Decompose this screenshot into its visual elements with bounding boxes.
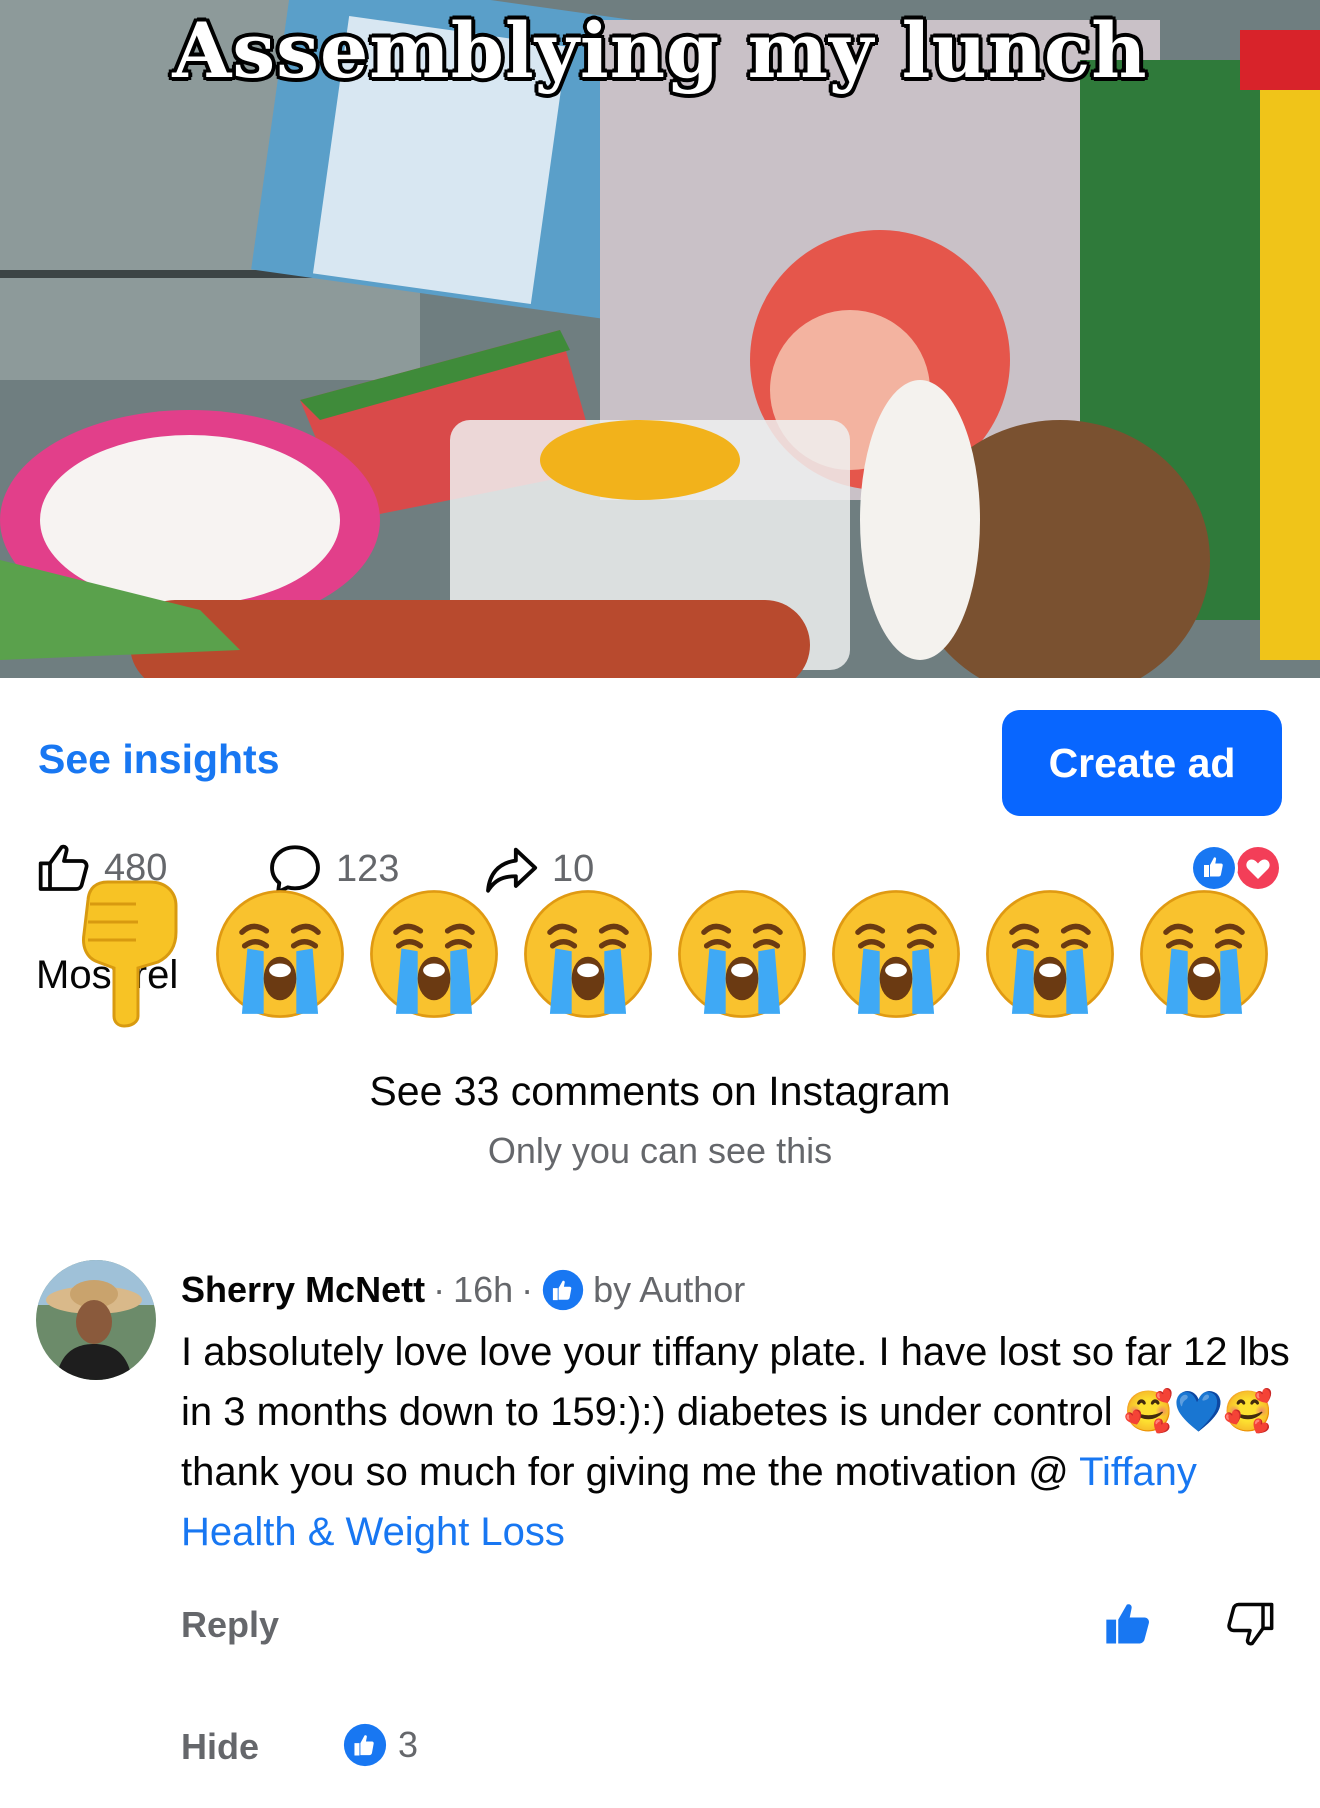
hide-comment-button[interactable]: Hide	[181, 1726, 259, 1768]
loudly-crying-face-emoji	[370, 890, 498, 1018]
comments-count: 123	[336, 847, 400, 890]
love-reaction-icon	[1234, 844, 1282, 892]
comment-like-count[interactable]: 3	[342, 1722, 418, 1768]
shares-count: 10	[552, 847, 595, 890]
crying-emoji-row	[212, 886, 1320, 1026]
comment-text-part: thank you so much for giving me the moti…	[181, 1450, 1080, 1494]
lunch-food-image	[0, 0, 1320, 678]
comment-header: Sherry McNett · 16h · by Author	[181, 1268, 745, 1312]
like-reaction-icon	[542, 1269, 584, 1311]
reply-button[interactable]: Reply	[181, 1604, 279, 1646]
create-ad-button[interactable]: Create ad	[1002, 710, 1282, 816]
liked-by-author-badge: by Author	[541, 1268, 745, 1312]
pointing-down-hand-emoji	[82, 880, 178, 1028]
see-insights-link[interactable]: See insights	[38, 736, 280, 783]
separator: ·	[433, 1269, 446, 1310]
loudly-crying-face-emoji	[1140, 890, 1268, 1018]
comment-emoji: 🥰💙🥰	[1123, 1390, 1274, 1434]
loudly-crying-face-emoji	[524, 890, 652, 1018]
loudly-crying-face-emoji	[986, 890, 1114, 1018]
thumbs-down-outline-icon	[1227, 1602, 1274, 1646]
comment-time[interactable]: 16h	[453, 1269, 513, 1311]
like-reaction-icon	[1190, 844, 1238, 892]
like-reaction-icon	[343, 1723, 387, 1767]
comment-text: I absolutely love love your tiffany plat…	[181, 1322, 1291, 1562]
visibility-note: Only you can see this	[487, 1130, 833, 1171]
author-badge-label: by Author	[593, 1269, 746, 1310]
loudly-crying-face-emoji	[832, 890, 960, 1018]
video-overlay-title: Assemblying my lunch	[172, 6, 1148, 95]
comment-author-name[interactable]: Sherry McNett	[181, 1269, 425, 1311]
thumbs-up-filled-icon	[1106, 1604, 1149, 1644]
video-thumbnail[interactable]: Assemblying my lunch	[0, 0, 1320, 678]
avatar[interactable]	[36, 1260, 156, 1380]
comment-like-button[interactable]	[1102, 1598, 1154, 1655]
separator: ·	[521, 1269, 534, 1310]
see-instagram-comments-link[interactable]: See 33 comments on Instagram	[0, 1068, 1320, 1115]
like-count-value: 3	[398, 1724, 419, 1765]
comment-dislike-button[interactable]	[1224, 1598, 1276, 1655]
loudly-crying-face-emoji	[216, 890, 344, 1018]
loudly-crying-face-emoji	[678, 890, 806, 1018]
